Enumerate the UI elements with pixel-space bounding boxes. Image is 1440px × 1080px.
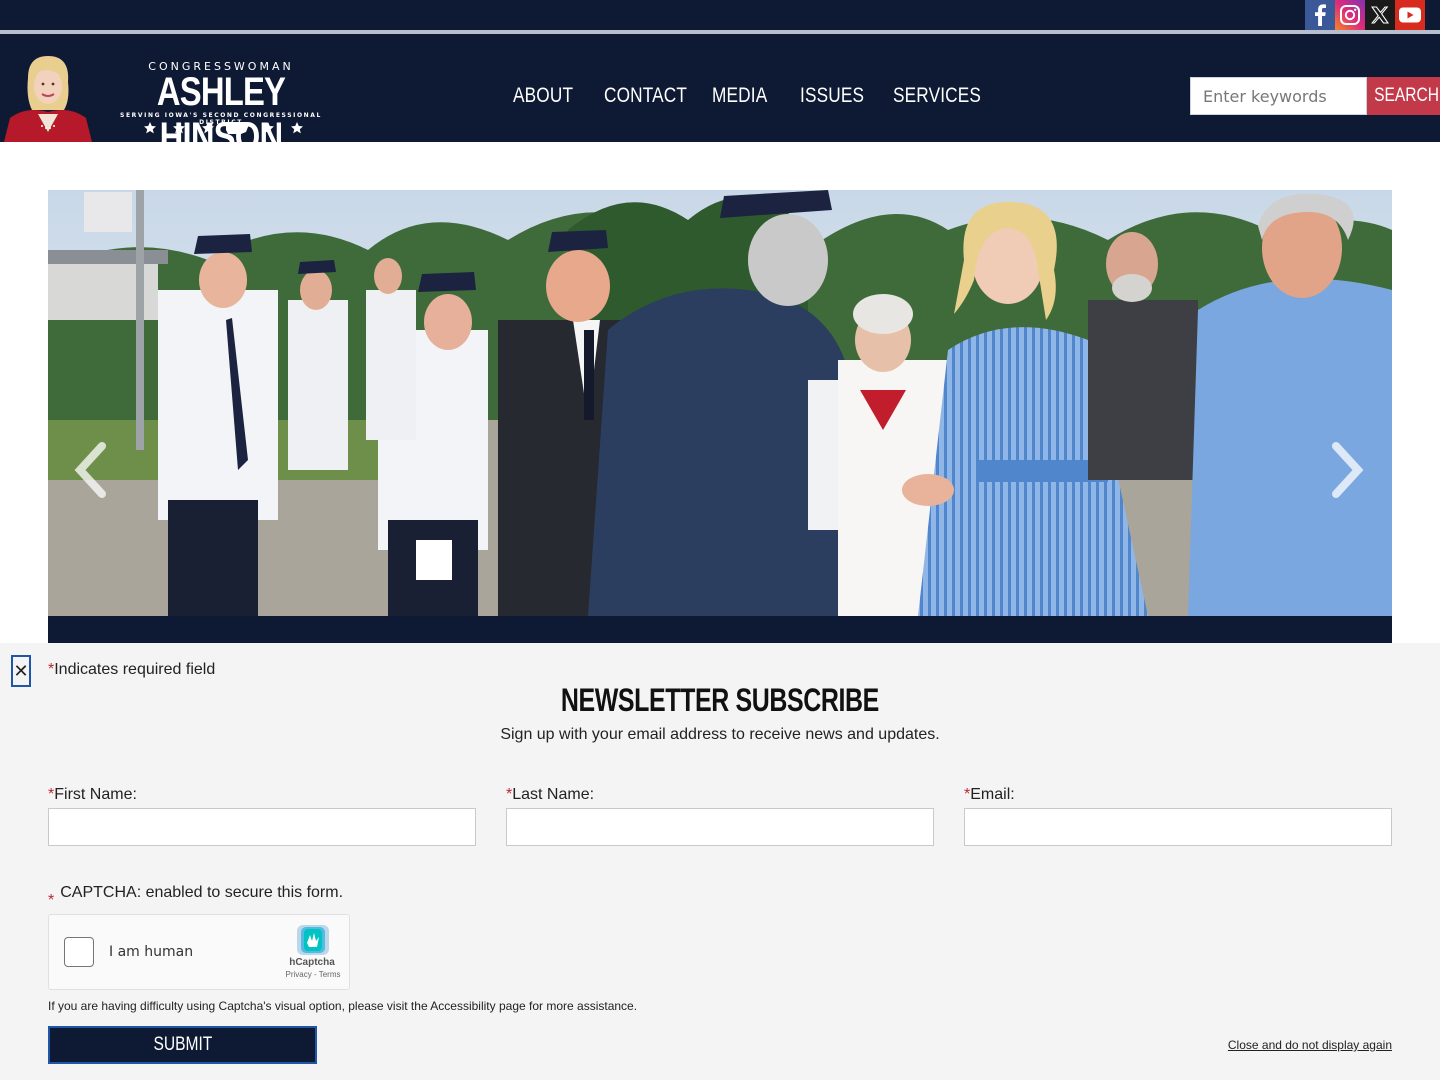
instagram-icon[interactable]: [1335, 0, 1365, 30]
last-name-field[interactable]: [506, 808, 934, 846]
required-field-note: *Indicates required field: [48, 661, 215, 679]
nav-services[interactable]: SERVICES: [893, 84, 981, 108]
logo-stars-icon: [144, 122, 303, 134]
nav-issues[interactable]: ISSUES: [800, 84, 864, 108]
submit-button[interactable]: SUBMIT: [48, 1026, 317, 1064]
first-name-label-text: First Name:: [54, 786, 137, 803]
carousel-prev-icon[interactable]: [72, 440, 112, 500]
facebook-icon[interactable]: [1305, 0, 1335, 30]
newsletter-title: NEWSLETTER SUBSCRIBE: [0, 682, 1440, 719]
last-name-label: *Last Name:: [506, 786, 594, 804]
required-asterisk: *: [48, 892, 55, 909]
close-do-not-display-link[interactable]: Close and do not display again: [1228, 1038, 1392, 1052]
site-logo[interactable]: CONGRESSWOMAN ASHLEY HINSON SERVING IOWA…: [102, 58, 342, 159]
captcha-label-text: CAPTCHA: enabled to secure this form.: [60, 884, 344, 901]
captcha-privacy-terms[interactable]: Privacy - Terms: [271, 970, 355, 979]
captcha-checkbox[interactable]: [64, 937, 94, 967]
hcaptcha-logo-icon: [297, 925, 329, 955]
newsletter-description: Sign up with your email address to recei…: [500, 726, 940, 743]
first-name-label: *First Name:: [48, 786, 137, 804]
x-icon[interactable]: [1365, 0, 1395, 30]
captcha-label: * CAPTCHA: enabled to secure this form.: [48, 884, 344, 909]
nav-about[interactable]: ABOUT: [513, 84, 573, 108]
search-input[interactable]: [1190, 77, 1367, 115]
nav-media[interactable]: MEDIA: [712, 84, 767, 108]
search-button-label: SEARCH: [1374, 85, 1440, 106]
required-note-text: Indicates required field: [54, 661, 216, 678]
youtube-icon[interactable]: [1395, 0, 1425, 30]
hcaptcha-widget: I am human hCaptcha Privacy - Terms: [48, 914, 350, 990]
hero-carousel-image[interactable]: [48, 190, 1392, 616]
site-header: CONGRESSWOMAN ASHLEY HINSON SERVING IOWA…: [0, 34, 1440, 159]
first-name-field[interactable]: [48, 808, 476, 846]
nav-contact[interactable]: CONTACT: [604, 84, 687, 108]
carousel-next-icon[interactable]: [1326, 440, 1366, 500]
last-name-label-text: Last Name:: [512, 786, 595, 803]
captcha-checkbox-label: I am human: [109, 944, 194, 960]
email-label: *Email:: [964, 786, 1015, 804]
captcha-help-text: If you are having difficulty using Captc…: [48, 999, 638, 1013]
email-label-text: Email:: [970, 786, 1015, 803]
email-field[interactable]: [964, 808, 1392, 846]
newsletter-title-text: NEWSLETTER SUBSCRIBE: [560, 682, 880, 718]
submit-button-label: SUBMIT: [153, 1034, 212, 1055]
top-utility-bar: [0, 0, 1440, 30]
captcha-brand: hCaptcha: [289, 957, 335, 968]
search-button[interactable]: SEARCH: [1367, 77, 1440, 115]
congresswoman-portrait[interactable]: [4, 56, 92, 142]
hero-caption-bar: [48, 616, 1392, 643]
